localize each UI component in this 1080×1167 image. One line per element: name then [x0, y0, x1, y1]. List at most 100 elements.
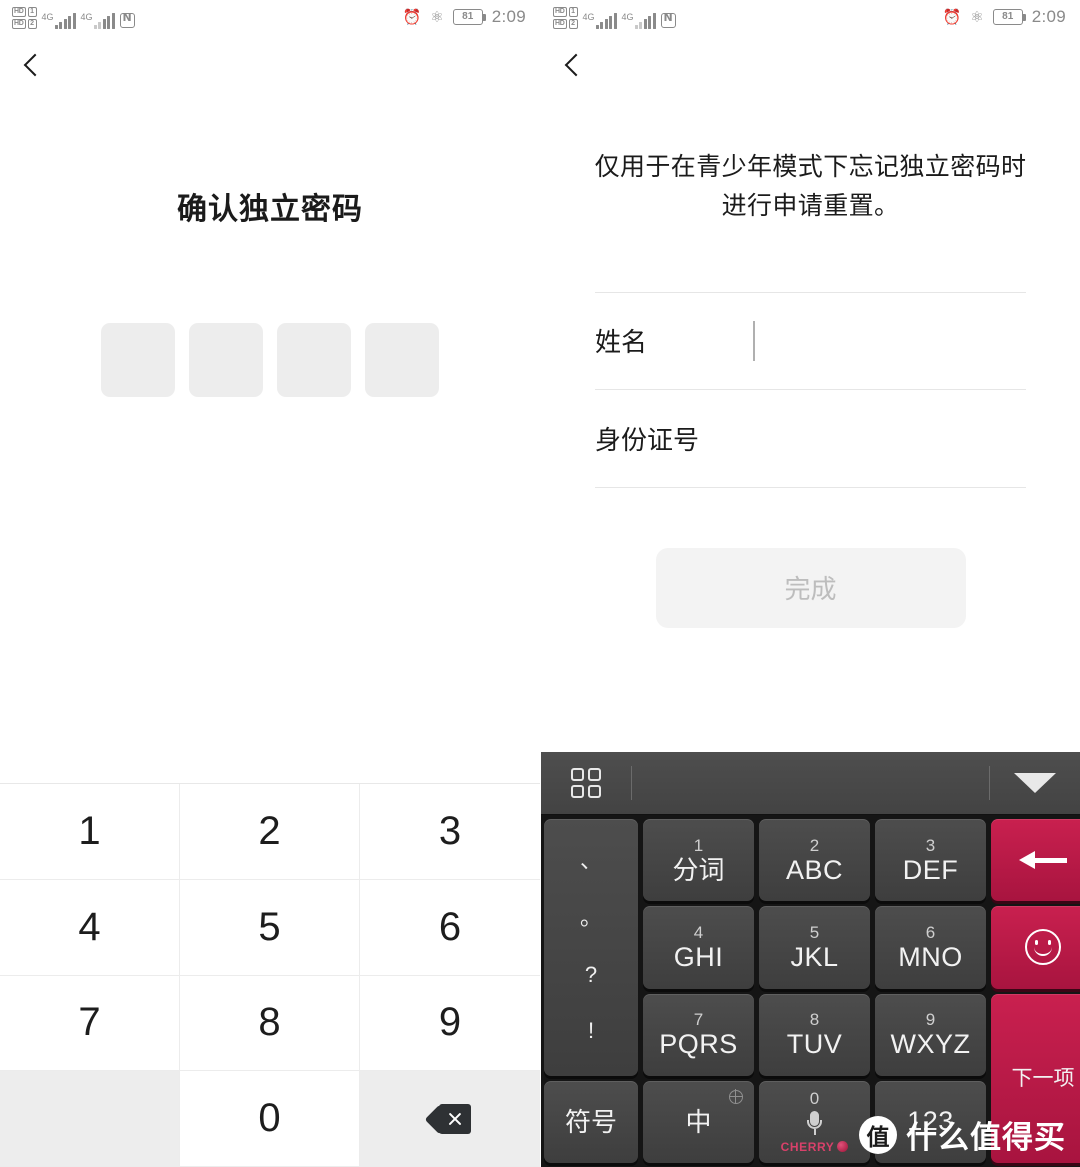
microphone-icon — [807, 1110, 822, 1137]
status-bar-left-icons-2: HD 1 HD 2 4G 4G — [553, 5, 676, 29]
cherry-brand-text: CHERRY — [780, 1139, 835, 1154]
collapse-keyboard-icon — [1014, 773, 1056, 793]
numeric-keypad: 1 2 3 4 5 6 7 8 9 0 — [0, 783, 540, 1167]
alarm-icon: ⏰ — [942, 8, 962, 26]
key-label: JKL — [790, 941, 839, 972]
submit-button[interactable]: 完成 — [655, 547, 966, 628]
pin-box[interactable] — [101, 323, 175, 397]
pin-box[interactable] — [365, 323, 439, 397]
volte-sim-icons: HD 1 HD 2 — [12, 7, 37, 29]
globe-icon — [728, 1089, 743, 1104]
keypad-key-4[interactable]: 4 — [0, 879, 180, 976]
status-bar-right-icons: ⏰ ⚛ 81 2:09 — [403, 7, 526, 27]
bluetooth-icon: ⚛ — [430, 8, 444, 26]
sim1-icon: 1 — [568, 7, 578, 17]
key-space-voice[interactable]: 0 CHERRY — [759, 1080, 870, 1163]
network-type-sim1: 4G — [582, 12, 595, 22]
left-panel-confirm-pin: HD 1 HD 2 4G 4G N ⏰ ⚛ 81 2:09 确认独立密码 1 2… — [0, 0, 540, 1167]
status-bar-left: HD 1 HD 2 4G 4G N ⏰ ⚛ 81 2:09 — [0, 0, 540, 34]
key-6-mno[interactable]: 6 MNO — [875, 906, 986, 989]
page-title-left: 确认独立密码 — [177, 193, 363, 226]
field-label-id-number: 身份证号 — [595, 424, 700, 455]
right-nav-bar — [541, 34, 1080, 96]
back-chevron-icon-right[interactable] — [561, 54, 583, 76]
key-4-ghi[interactable]: 4 GHI — [643, 906, 754, 989]
alarm-icon: ⏰ — [402, 8, 422, 26]
key-7-pqrs[interactable]: 7 PQRS — [643, 993, 754, 1076]
hd-icon-sim2: HD — [553, 19, 567, 29]
reset-request-form: 姓名 身份证号 — [595, 291, 1026, 488]
key-number: 0 — [809, 1088, 820, 1108]
description-text: 仅用于在青少年模式下忘记独立密码时进行申请重置。 — [594, 153, 1027, 220]
key-number: 1 — [693, 836, 704, 856]
keypad-key-blank — [0, 1071, 180, 1167]
status-bar-clock: 2:09 — [491, 7, 526, 26]
key-backspace[interactable] — [991, 819, 1080, 902]
key-label: TUV — [786, 1029, 843, 1060]
keyboard-key-grid: 、 。 ? ! 1 分词 2 ABC 3 DEF 4 GHI 5 JKL 6 M… — [541, 815, 1080, 1167]
backspace-icon — [424, 1103, 471, 1134]
key-label: 123 — [907, 1106, 954, 1137]
keypad-key-backspace[interactable] — [360, 1071, 540, 1167]
key-emoji[interactable] — [991, 906, 1080, 989]
keypad-key-3[interactable]: 3 — [360, 784, 540, 880]
signal-bars-icon-sim2 — [93, 13, 115, 29]
signal-bars-icon-sim1 — [54, 13, 76, 29]
toolbar-divider — [631, 766, 632, 800]
key-5-jkl[interactable]: 5 JKL — [759, 906, 870, 989]
t9-keyboard: 、 。 ? ! 1 分词 2 ABC 3 DEF 4 GHI 5 JKL 6 M… — [541, 752, 1080, 1167]
keypad-key-5[interactable]: 5 — [180, 879, 360, 976]
left-nav-bar — [0, 34, 540, 96]
key-number: 8 — [809, 1010, 820, 1030]
right-panel-reset-request: HD 1 HD 2 4G 4G N ⏰ ⚛ 81 2:09 仅用于在青少年模式下… — [540, 0, 1080, 1167]
keyboard-panel-grid-icon — [571, 768, 601, 798]
key-next-field[interactable]: 下一项 — [991, 993, 1080, 1163]
keypad-key-2[interactable]: 2 — [180, 784, 360, 880]
keyboard-panel-grid-button[interactable] — [541, 768, 631, 798]
status-bar-right-icons-2: ⏰ ⚛ 81 2:09 — [943, 7, 1066, 27]
punct-dunhao: 、 — [579, 848, 602, 874]
dual-screenshot: HD 1 HD 2 4G 4G N ⏰ ⚛ 81 2:09 确认独立密码 1 2… — [0, 0, 1080, 1167]
key-number: 4 — [693, 922, 704, 942]
key-language-chinese[interactable]: 中 — [643, 1080, 754, 1163]
nfc-icon — [119, 11, 135, 28]
network-type-sim2: 4G — [621, 12, 634, 22]
form-row-id-number[interactable]: 身份证号 — [595, 390, 1026, 488]
keypad-key-7[interactable]: 7 — [0, 975, 180, 1072]
keypad-key-1[interactable]: 1 — [0, 784, 180, 880]
pin-entry-boxes — [0, 323, 540, 397]
status-bar-left-icons: HD 1 HD 2 4G 4G — [12, 5, 135, 29]
collapse-keyboard-button[interactable] — [990, 773, 1080, 793]
key-number: 6 — [925, 922, 936, 942]
bluetooth-icon: ⚛ — [970, 8, 984, 26]
signal-sim2-2: 4G — [622, 13, 656, 29]
keypad-key-0[interactable]: 0 — [180, 1071, 360, 1167]
battery-level: 81 — [462, 11, 474, 22]
punctuation-key[interactable]: 、 。 ? ! — [544, 819, 638, 1076]
key-label: 符号 — [564, 1106, 617, 1137]
field-label-name: 姓名 — [595, 327, 648, 357]
key-number: 2 — [809, 835, 820, 855]
status-bar-clock: 2:09 — [1031, 7, 1066, 26]
key-number: 7 — [693, 1010, 704, 1030]
key-8-tuv[interactable]: 8 TUV — [759, 993, 870, 1076]
hd-icon-sim2: HD — [12, 19, 26, 29]
key-label: ABC — [785, 854, 844, 885]
keypad-key-8[interactable]: 8 — [180, 975, 360, 1072]
keypad-key-9[interactable]: 9 — [360, 975, 540, 1072]
key-2-abc[interactable]: 2 ABC — [759, 819, 870, 902]
back-chevron-icon-left[interactable] — [20, 54, 42, 76]
key-9-wxyz[interactable]: 9 WXYZ — [875, 993, 986, 1076]
battery-level: 81 — [1002, 11, 1014, 22]
key-symbols[interactable]: 符号 — [544, 1080, 638, 1163]
key-1-fenci[interactable]: 1 分词 — [643, 819, 754, 902]
key-numeric-mode[interactable]: 123 — [875, 1080, 986, 1163]
form-row-name[interactable]: 姓名 — [595, 291, 1026, 390]
sim1-icon: 1 — [27, 7, 37, 17]
signal-sim1: 4G — [42, 13, 76, 29]
key-3-def[interactable]: 3 DEF — [875, 819, 986, 902]
keypad-key-6[interactable]: 6 — [360, 879, 540, 976]
pin-box[interactable] — [277, 323, 351, 397]
key-label: 下一项 — [1011, 1066, 1075, 1090]
pin-box[interactable] — [189, 323, 263, 397]
